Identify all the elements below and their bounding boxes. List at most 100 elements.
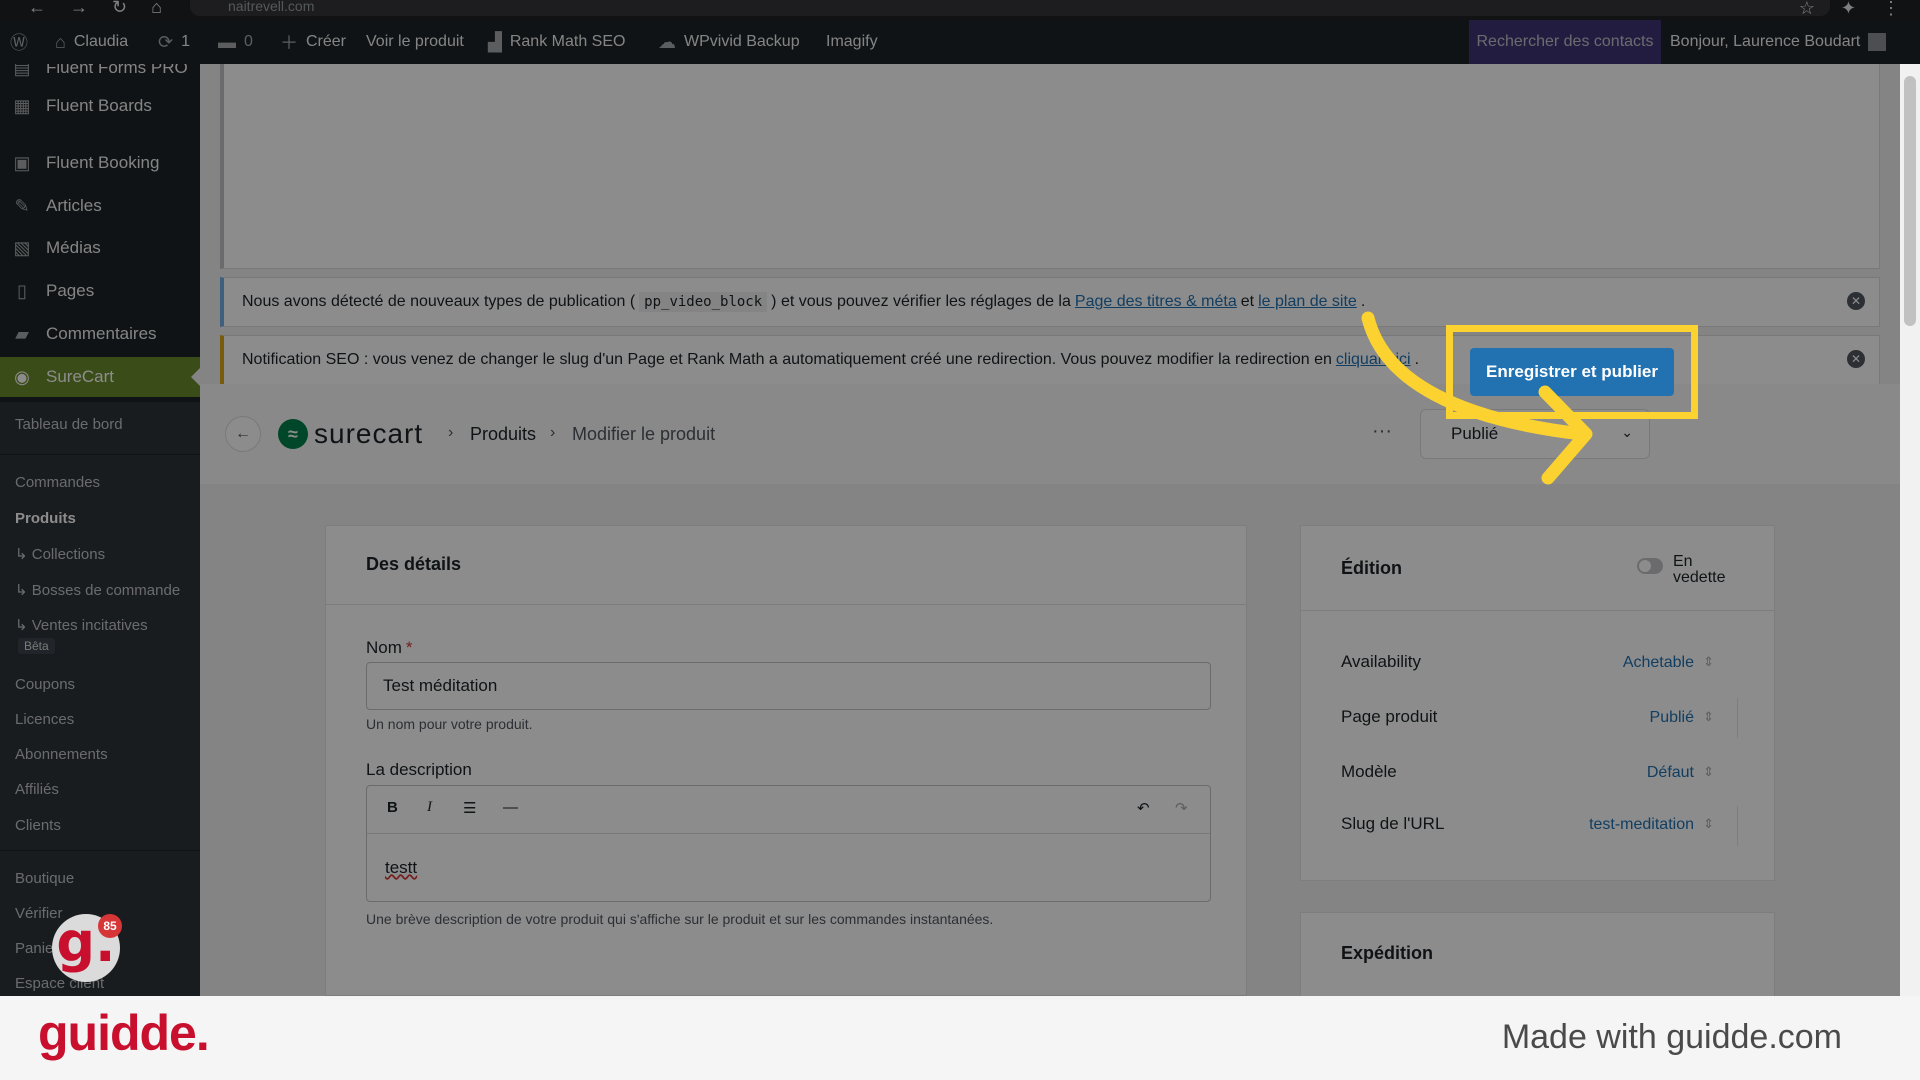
comments-link[interactable]: ▬ 0 [218, 20, 253, 64]
back-arrow-icon[interactable]: ← [28, 0, 46, 16]
availability-value[interactable]: Achetable [1623, 654, 1694, 672]
surecart-logo: ≈ surecart [278, 418, 423, 450]
house-icon: ⌂ [55, 31, 66, 52]
list-icon[interactable]: ☰ [463, 799, 476, 817]
sidebar-item-fluent-forms[interactable]: ▤ Fluent Forms PRO [0, 64, 200, 88]
pointer-arrow-icon [1361, 311, 1593, 485]
submenu-label: Collections [31, 546, 106, 563]
dismiss-icon[interactable]: ✕ [1847, 350, 1865, 368]
browser-toolbar: ← → ↻ ⌂ naitrevell.com ☆ ✦ ⋮ [0, 0, 1920, 20]
sidebar-item-label: Fluent Boards [46, 96, 152, 115]
undo-icon[interactable]: ↶ [1137, 799, 1150, 817]
sidebar-item-label: Pages [46, 281, 95, 300]
site-name-link[interactable]: ⌂ Claudia [55, 20, 128, 64]
kebab-menu-icon[interactable]: ⋮ [1882, 0, 1900, 19]
sidebar-item-pages[interactable]: ▯ Pages [0, 271, 200, 311]
chevron-down-icon: ⌄ [1621, 424, 1633, 440]
made-with-text: Made with guidde.com [1501, 1018, 1842, 1056]
breadcrumb-current: Modifier le produit [572, 424, 716, 444]
submenu-shop[interactable]: Boutique [15, 870, 74, 887]
rankmath-info-notice: Nous avons détecté de nouveaux types de … [220, 277, 1880, 327]
template-value[interactable]: Défaut [1647, 764, 1694, 782]
titles-meta-link[interactable]: Page des titres & méta [1075, 293, 1237, 311]
sidebar-item-comments[interactable]: ▰ Commentaires [0, 314, 200, 354]
address-bar[interactable]: naitrevell.com [190, 0, 1830, 16]
comments-count: 0 [244, 33, 253, 50]
surecart-logo-text: surecart [314, 418, 424, 449]
sidebar-item-label: Médias [46, 238, 101, 257]
featured-toggle[interactable] [1637, 558, 1663, 574]
shipping-card-title: Expédition [1341, 943, 1434, 963]
updates-link[interactable]: ⟳ 1 [158, 20, 190, 64]
product-name-input[interactable] [366, 662, 1211, 710]
italic-icon[interactable]: I [427, 799, 432, 816]
url-slug-value[interactable]: test-meditation [1589, 816, 1694, 834]
submenu-coupons[interactable]: Coupons [15, 676, 75, 693]
submenu-orders[interactable]: Commandes [15, 474, 100, 491]
redo-icon[interactable]: ↷ [1175, 799, 1188, 817]
submenu-subscriptions[interactable]: Abonnements [15, 746, 108, 763]
submenu-collections[interactable]: ↳ Collections [15, 545, 105, 563]
wpvivid-menu[interactable]: ☁ WPvivid Backup [658, 20, 800, 64]
sidebar-item-surecart[interactable]: ◉ SureCart [0, 357, 200, 397]
required-mark: * [405, 638, 413, 657]
account-menu[interactable]: Bonjour, Laurence Boudart [1670, 20, 1887, 64]
forward-arrow-icon[interactable]: → [70, 0, 88, 16]
submenu-checkout[interactable]: Vérifier [15, 905, 63, 922]
updown-chevron-icon: ⇕ [1703, 709, 1714, 724]
address-bar-text: naitrevell.com [228, 0, 315, 14]
wordpress-logo[interactable]: Ⓦ [10, 20, 28, 64]
surecart-icon: ◉ [14, 366, 30, 387]
dismiss-icon[interactable]: ✕ [1847, 292, 1865, 310]
description-text[interactable]: testt [385, 858, 417, 878]
notice-text: Nous avons détecté de nouveaux types de … [242, 293, 636, 310]
submenu-label: Bosses de commande [31, 582, 181, 599]
imagify-label: Imagify [826, 33, 878, 50]
back-button[interactable]: ← [225, 416, 261, 452]
scrollbar-thumb[interactable] [1904, 76, 1916, 326]
beta-badge: Bêta [18, 638, 55, 654]
featured-label: En vedette [1673, 553, 1726, 586]
card-divider [1301, 610, 1774, 611]
submenu-upsells[interactable]: ↳ Ventes incitatives [15, 616, 148, 634]
breadcrumb-products[interactable]: Produits [470, 424, 536, 445]
sidebar-item-articles[interactable]: ✎ Articles [0, 186, 200, 226]
boards-icon: ▦ [13, 95, 31, 116]
media-icon: ▧ [13, 237, 31, 258]
home-icon[interactable]: ⌂ [151, 0, 162, 16]
notice-text: Notification SEO : vous venez de changer… [242, 351, 1332, 368]
sidebar-item-fluent-booking[interactable]: ▣ Fluent Booking [0, 143, 200, 183]
imagify-menu[interactable]: Imagify [826, 20, 878, 64]
edition-card-title: Édition [1341, 558, 1402, 578]
submenu-products[interactable]: Produits [15, 510, 76, 527]
sidebar-item-label: Articles [46, 196, 102, 215]
submenu-divider [0, 454, 200, 455]
sidebar-item-fluent-boards[interactable]: ▦ Fluent Boards [0, 86, 200, 126]
reload-icon[interactable]: ↻ [112, 0, 127, 16]
rank-math-menu[interactable]: ▟ Rank Math SEO [488, 20, 625, 64]
browser-extensions: ☆ ✦ ⋮ [1799, 0, 1900, 19]
product-page-label: Page produit [1341, 707, 1438, 726]
view-product-link[interactable]: Voir le produit [366, 20, 464, 64]
search-contacts-button[interactable]: Rechercher des contacts [1469, 20, 1661, 64]
bold-icon[interactable]: B [387, 799, 398, 816]
notice-text: et [1240, 293, 1255, 310]
product-page-value[interactable]: Publié [1650, 709, 1694, 727]
updates-count: 1 [181, 33, 190, 50]
submenu-licenses[interactable]: Licences [15, 711, 74, 728]
puzzle-icon[interactable]: ✦ [1841, 0, 1856, 19]
submenu-order-bumps[interactable]: ↳ Bosses de commande [15, 581, 180, 599]
prop-separator [1737, 698, 1738, 738]
submenu-clients[interactable]: Clients [15, 817, 61, 834]
page-scrollbar[interactable] [1900, 64, 1920, 996]
star-icon[interactable]: ☆ [1799, 0, 1815, 19]
submenu-dashboard[interactable]: Tableau de bord [15, 416, 123, 433]
sidebar-item-medias[interactable]: ▧ Médias [0, 228, 200, 268]
create-menu[interactable]: ＋ Créer [280, 20, 346, 64]
divider-icon[interactable]: — [503, 799, 518, 816]
main-content: Nous avons détecté de nouveaux types de … [200, 64, 1900, 996]
card-divider [326, 604, 1246, 605]
description-editor[interactable]: B I ☰ — ↶ ↷ testt [366, 785, 1211, 902]
submenu-divider [0, 850, 200, 851]
submenu-affiliates[interactable]: Affiliés [15, 781, 59, 798]
